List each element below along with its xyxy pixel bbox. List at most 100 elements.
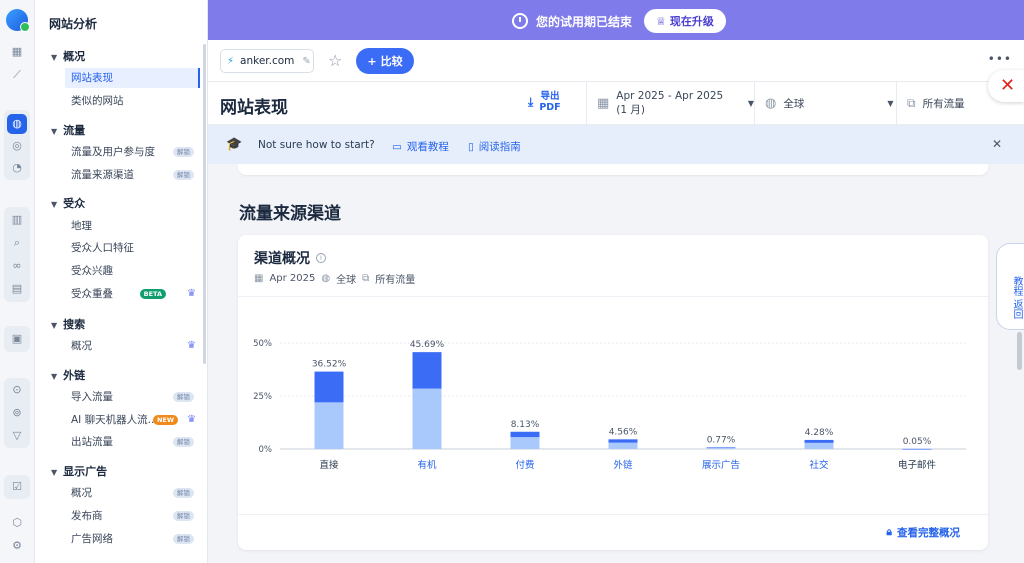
lock-icon: 🔒︎ [886,526,892,538]
region-select[interactable]: ◍ 全球 ▼ [754,82,896,125]
card-title: 渠道概况 i [254,248,326,268]
report-icon[interactable]: ☑ [9,479,25,495]
bar-segment-upper [706,447,736,448]
nav-scrollbar[interactable] [203,44,206,364]
search-analytics-icon[interactable]: ⊙ [9,382,25,398]
x-extension-icon[interactable]: ✕ [988,70,1024,102]
nav-section-search[interactable]: ▼ 搜索 [51,316,85,332]
upgrade-now-button[interactable]: ♕ 现在升级 [644,9,726,33]
keyword-search-icon[interactable]: ⌕ [9,235,25,251]
nav-section-traffic[interactable]: ▼ 流量 [51,122,85,138]
settings-gear-icon[interactable]: ⚙ [9,538,25,554]
crown-icon: ♛ [187,414,196,425]
y-tick-label: 0% [259,445,273,455]
nav-item-audience-overlap[interactable]: 受众重叠 BETA ♛ [65,284,200,304]
unlock-badge: 解锁 [173,392,194,402]
nav-item-demographics[interactable]: 受众人口特征 [65,238,200,258]
meta-date: Apr 2025 [269,273,316,284]
nav-section-audience[interactable]: ▼ 受众 [51,195,85,211]
nav-item-similar-sites[interactable]: 类似的网站 [65,91,200,111]
pie-icon[interactable]: ◔ [9,160,25,176]
unlock-badge: 解锁 [173,170,194,180]
compass-icon[interactable]: ◎ [9,138,25,154]
bar-segment-upper [412,352,442,389]
card-meta: ▦ Apr 2025 ◍ 全球 ⧉ 所有流量 [254,271,415,286]
book-icon: ▯ [468,140,474,153]
nav-section-display-ads[interactable]: ▼ 显示广告 [51,463,107,479]
bolt-icon: ⚡ [227,55,235,67]
app-logo-icon[interactable] [6,9,30,32]
nav-item-traffic-channels[interactable]: 流量来源渠道 解锁 [65,165,200,185]
nav-section-overview[interactable]: ▼ 概况 [51,48,85,64]
data-label: 45.69% [410,340,445,350]
link-icon[interactable]: ∞ [9,258,25,274]
info-icon[interactable]: i [316,253,326,263]
chevron-down-icon: ▼ [51,200,58,209]
page-scrollbar[interactable] [1017,332,1022,370]
devices-icon: ⧉ [907,96,916,110]
crown-icon: ♛ [187,340,196,351]
nav-item-ai-chatbot-traffic[interactable]: AI 聊天机器人流... NEW ♛ [65,410,200,430]
date-range-select[interactable]: ▦ Apr 2025 - Apr 2025 (1 月) ▼ [586,82,754,125]
pencil-icon[interactable]: ✎ [302,56,310,67]
nav-item-interests[interactable]: 受众兴趣 [65,261,200,281]
download-icon: ⤓ [528,94,534,109]
unlock-badge: 解锁 [173,437,194,447]
globe-icon: ◍ [765,96,777,111]
crown-icon: ♕ [656,14,666,28]
x-tick-label: 有机 [417,459,437,471]
nav-item-ad-networks[interactable]: 广告网络 解锁 [65,529,200,549]
unlock-badge: 解锁 [173,511,194,521]
bar-chart-icon[interactable]: ▥ [9,212,25,228]
crown-icon: ♛ [187,288,196,299]
star-icon[interactable]: ☆ [328,51,342,70]
domain-chip[interactable]: ⚡ anker.com ✎ [220,49,314,73]
data-label: 8.13% [511,420,540,430]
website-analysis-nav: 网站分析 ▼ 概况 网站表现 类似的网站 ▼ 流量 流量及用户参与度 解锁 流量来源渠… [35,0,208,563]
section-heading: 流量来源渠道 [239,204,341,224]
more-options-icon[interactable]: ••• [988,52,1012,66]
dashboard-icon[interactable]: ▦ [9,44,25,60]
globe-icon[interactable]: ◍ [7,114,27,134]
x-tick-label: 展示广告 [702,459,740,471]
traffic-type-select[interactable]: ⧉ 所有流量 [896,82,996,125]
trend-icon[interactable]: ⟋ [9,67,25,83]
nav-item-geography[interactable]: 地理 [65,216,200,236]
tutorial-side-tab[interactable]: 教程 返回 [996,243,1024,330]
ad-icon[interactable]: ▤ [9,281,25,297]
calendar-icon: ▦ [254,273,264,284]
view-full-overview-link[interactable]: 🔒︎ 查看完整概况 [886,525,960,540]
read-guide-link[interactable]: ▯ 阅读指南 [468,139,521,154]
x-tick-label: 社交 [809,459,829,471]
data-label: 0.77% [707,435,736,445]
filter-icon[interactable]: ▽ [9,428,25,444]
chevron-down-icon: ▼ [51,468,58,477]
new-badge: NEW [152,415,178,425]
data-label: 36.52% [312,360,347,370]
nav-section-backlinks[interactable]: ▼ 外链 [51,367,85,383]
nav-item-ads-overview[interactable]: 概况 解锁 [65,483,200,503]
x-tick-label: 付费 [515,459,534,471]
nav-item-referral-traffic[interactable]: 导入流量 解锁 [65,387,200,407]
nav-item-publishers[interactable]: 发布商 解锁 [65,506,200,526]
nav-item-website-performance[interactable]: 网站表现 [65,68,200,88]
meta-traffic: 所有流量 [375,275,416,286]
bar-segment-lower [608,442,638,449]
compare-button[interactable]: + 比较 [356,48,414,74]
nav-item-search-overview[interactable]: 概况 ♛ [65,336,200,356]
close-icon[interactable]: ✕ [992,137,1002,151]
domain-name: anker.com [240,55,295,67]
zoom-icon[interactable]: ⊚ [9,405,25,421]
export-pdf-button[interactable]: ⤓ 导出 PDF [528,91,561,113]
nav-item-outgoing-traffic[interactable]: 出站流量 解锁 [65,432,200,452]
bar-segment-upper [608,439,638,443]
calendar-icon: ▦ [597,96,610,111]
y-tick-label: 50% [253,339,272,349]
image-icon[interactable]: ▣ [9,331,25,347]
trial-ended-text: 您的试用期已结束 [536,14,633,29]
unlock-badge: 解锁 [173,147,194,157]
watch-tutorial-link[interactable]: ▭ 观看教程 [392,139,449,154]
integration-icon[interactable]: ⬡ [9,515,25,531]
bar-segment-lower [314,402,344,449]
nav-item-traffic-engagement[interactable]: 流量及用户参与度 解锁 [65,142,200,162]
